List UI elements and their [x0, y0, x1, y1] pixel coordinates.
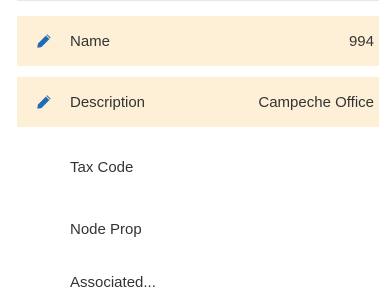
property-label: Description: [70, 93, 146, 111]
property-row-description[interactable]: Description Campeche Office: [17, 77, 379, 127]
property-row-name[interactable]: Name 994: [17, 16, 379, 66]
pencil-icon[interactable]: [17, 16, 70, 66]
property-row-associated[interactable]: Associated...: [17, 266, 379, 299]
icon-placeholder: [17, 142, 70, 192]
icon-placeholder: [17, 204, 70, 254]
property-label: Name: [70, 32, 111, 50]
panel-top-border: [17, 0, 379, 1]
property-value[interactable]: 994: [190, 33, 379, 50]
property-label: Associated...: [70, 274, 156, 291]
property-label: Tax Code: [70, 158, 134, 176]
icon-placeholder: [17, 266, 70, 299]
property-row-tax-code[interactable]: Tax Code: [17, 142, 379, 192]
property-label: Node Prop: [70, 220, 142, 238]
pencil-icon[interactable]: [17, 77, 70, 127]
property-value[interactable]: Campeche Office: [190, 94, 379, 111]
property-row-node-prop[interactable]: Node Prop: [17, 204, 379, 254]
properties-panel: Name 994 Description Campeche Office Tax…: [0, 0, 389, 299]
